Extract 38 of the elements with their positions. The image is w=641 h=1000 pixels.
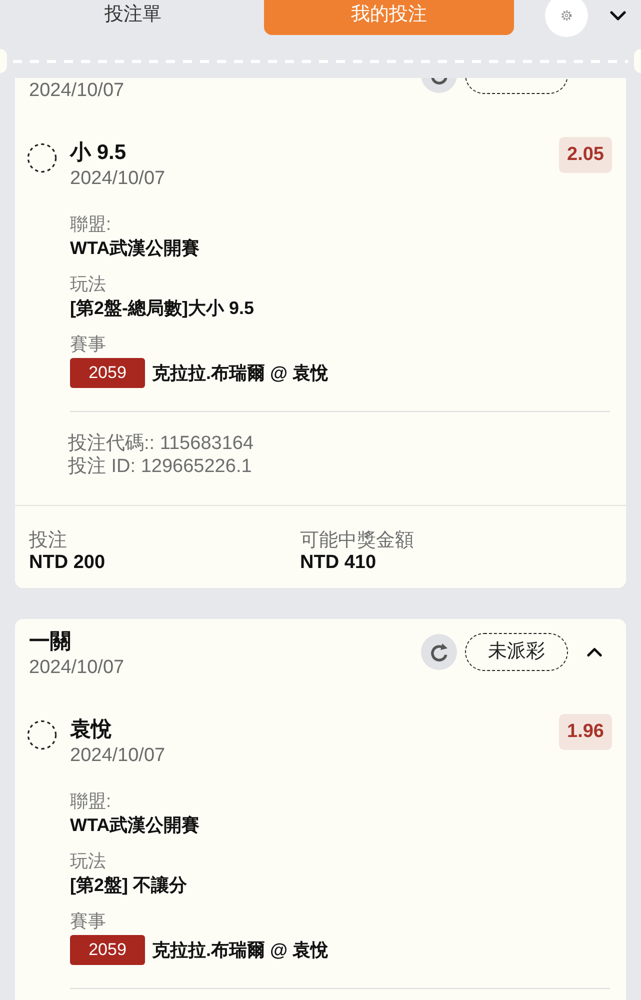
summary-label: 投注 [29,530,67,552]
chevron-up-icon[interactable] [586,647,602,657]
event-id-badge: 2059 [70,358,145,388]
detail-value: WTA武漢公開賽 [70,237,200,260]
event-id-badge: 2059 [70,935,145,965]
selection-name: 小 9.5 [70,140,126,166]
bet-type: 一關 [29,629,71,655]
detail-value: [第2盤] 不讓分 [70,874,187,897]
selection-date: 2024/10/07 [70,744,166,768]
event-name: 克拉拉.布瑞爾 @ 袁悅 [152,939,329,962]
chevron-down-icon[interactable] [610,11,626,21]
bet-date: 2024/10/07 [29,656,124,680]
tab[interactable]: 投注單 [8,0,258,35]
detail-value: WTA武漢公開賽 [70,814,200,837]
selection-name: 袁悅 [70,717,112,743]
summary-label: 可能中獎金額 [300,530,414,552]
dashed-circle-icon [27,720,57,750]
detail-label: 聯盟: [70,213,112,236]
detail-label: 玩法 [70,273,106,296]
detail-label: 聯盟: [70,790,112,813]
bet-code: 投注代碼:: 115683164 [68,432,254,455]
detail-label: 賽事 [70,910,106,933]
status-badge: 未派彩 [465,633,568,671]
summary-value: NTD 200 [29,552,106,574]
bet-code: 投注 ID: 129665226.1 [68,455,252,478]
bet-date: 2024/10/07 [29,79,124,103]
odds-badge: 2.05 [559,137,612,173]
refresh-icon [428,642,450,662]
settings-icon [561,10,572,21]
refresh-button[interactable] [421,634,457,670]
detail-value: [第2盤-總局數]大小 9.5 [70,297,254,320]
dashed-circle-icon [27,143,57,173]
selection-date: 2024/10/07 [70,167,166,191]
odds-badge: 1.96 [559,714,612,750]
summary-value: NTD 410 [300,552,376,574]
detail-label: 玩法 [70,850,106,873]
detail-label: 賽事 [70,333,106,356]
event-name: 克拉拉.布瑞爾 @ 袁悅 [152,362,329,385]
